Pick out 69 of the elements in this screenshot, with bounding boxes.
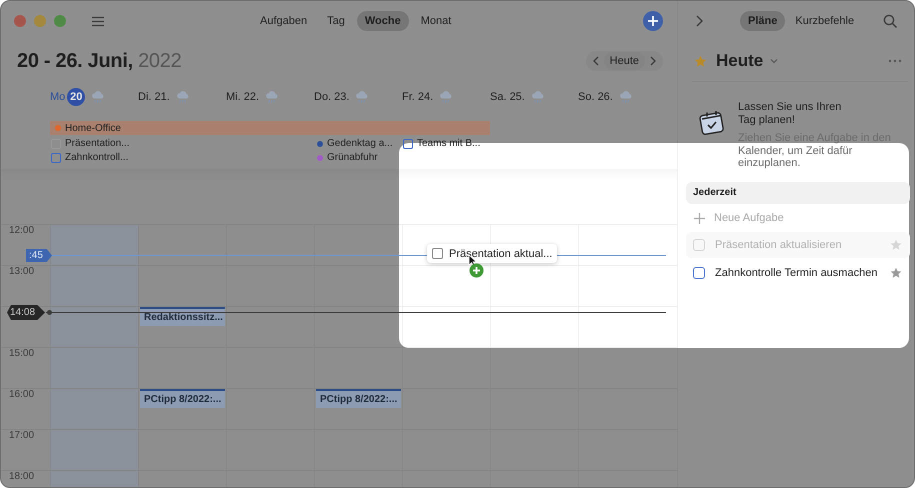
- all-day-event[interactable]: Gedenktag a...: [315, 138, 402, 149]
- all-day-item-title: Grünabfuhr: [327, 152, 378, 163]
- current-time-marker: 14:08: [7, 305, 46, 320]
- view-tab[interactable]: Woche: [356, 11, 409, 31]
- all-day-task[interactable]: Teams mit B...: [403, 138, 490, 149]
- all-day-task[interactable]: Präsentation...: [51, 138, 138, 149]
- all-day-item-title: Gedenktag a...: [327, 138, 393, 149]
- task-title: Zahnkontrolle Termin ausmachen: [715, 267, 878, 279]
- all-day-event[interactable]: Grünabfuhr: [315, 152, 402, 163]
- all-day-event-segment[interactable]: Home-Office: [50, 121, 138, 135]
- promo-heading: Lassen Sie uns Ihren Tag planen!: [738, 101, 842, 127]
- plus-icon: [694, 212, 705, 224]
- add-badge-icon: [469, 263, 484, 278]
- task-row[interactable]: Zahnkontrolle Termin ausmachen: [686, 260, 910, 286]
- task-title: Präsentation aktualisieren: [715, 239, 843, 251]
- day-header: So. 26.: [578, 91, 613, 103]
- rain-cloud-icon: [618, 90, 633, 104]
- all-day-item-title: Teams mit B...: [417, 138, 480, 149]
- rain-cloud-icon: [176, 90, 190, 104]
- zoom-button[interactable]: [54, 15, 66, 27]
- calendar-event[interactable]: PCtipp 8/2022:...: [140, 389, 225, 408]
- rain-cloud-icon: [439, 90, 454, 104]
- more-icon[interactable]: [888, 59, 902, 63]
- all-day-item-title: Präsentation...: [65, 138, 130, 149]
- hour-label: 16:00: [9, 389, 34, 400]
- star-icon[interactable]: [890, 267, 902, 279]
- dragged-task-chip[interactable]: Präsentation aktual...: [427, 244, 558, 263]
- all-day-event-title: Home-Office: [65, 122, 121, 134]
- star-icon[interactable]: [890, 239, 902, 251]
- day-header: Sa. 25.: [490, 91, 525, 103]
- day-header: Di. 21.: [138, 91, 170, 103]
- hour-label: 17:00: [9, 430, 34, 441]
- day-header: Do. 23.: [314, 91, 350, 103]
- section-header: Jederzeit: [686, 182, 910, 204]
- hour-label: 13:00: [9, 266, 34, 277]
- hour-label: 18:00: [9, 471, 34, 482]
- view-tab[interactable]: Aufgaben: [252, 11, 316, 31]
- checkbox[interactable]: [693, 267, 705, 279]
- chevron-right-icon[interactable]: [694, 14, 704, 28]
- checkbox[interactable]: [51, 152, 61, 162]
- checkbox[interactable]: [403, 138, 413, 148]
- chevron-down-icon[interactable]: [769, 57, 780, 65]
- today-date-badge: 20: [67, 88, 86, 106]
- close-button[interactable]: [14, 15, 26, 27]
- calendar-event[interactable]: Redaktionssitz...: [140, 307, 225, 326]
- sidebar-tab[interactable]: Pläne: [740, 11, 786, 31]
- view-tab[interactable]: Tag: [319, 11, 353, 31]
- rain-cloud-icon: [530, 90, 545, 104]
- day-header: Mo: [50, 91, 66, 103]
- week-range-title: 20 - 26. Juni, 2022: [17, 50, 182, 72]
- sidebar-tab[interactable]: Kurzbefehle: [787, 11, 862, 31]
- hour-label: 15:00: [9, 348, 34, 359]
- menu-icon[interactable]: [91, 16, 105, 26]
- hour-label: 12:00: [9, 225, 34, 236]
- all-day-task[interactable]: Zahnkontroll...: [51, 152, 138, 163]
- rain-cloud-icon: [265, 90, 280, 104]
- day-header: Mi. 22.: [226, 91, 260, 103]
- drop-time-marker: :45: [26, 249, 52, 262]
- add-button[interactable]: [643, 11, 663, 31]
- search-icon[interactable]: [883, 14, 898, 28]
- all-day-item-title: Zahnkontroll...: [65, 152, 128, 163]
- calendar-event[interactable]: PCtipp 8/2022:...: [316, 389, 401, 408]
- list-title: Heute: [716, 51, 764, 71]
- today-button[interactable]: Heute: [604, 52, 645, 70]
- day-header: Fr. 24.: [402, 91, 434, 103]
- view-tab[interactable]: Monat: [412, 11, 460, 31]
- rain-cloud-icon: [91, 90, 106, 104]
- star-icon: [694, 54, 707, 68]
- rain-cloud-icon: [355, 90, 370, 104]
